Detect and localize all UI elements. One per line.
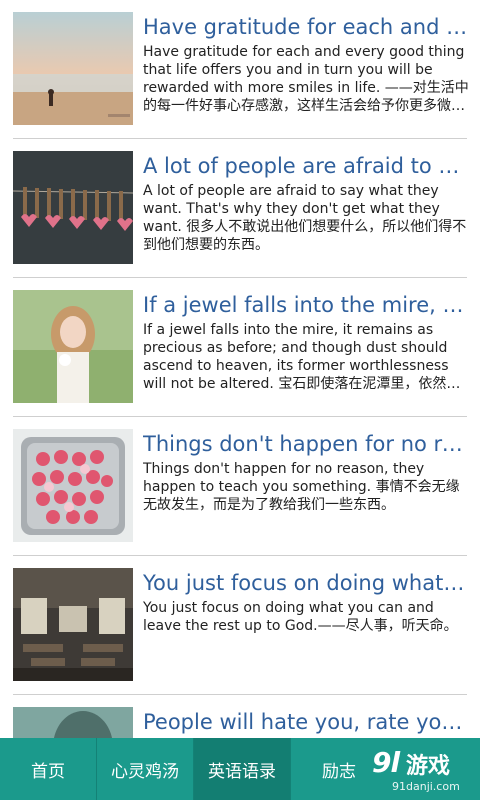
list-item[interactable]: Things don't happen for no reason Things… — [0, 417, 480, 556]
list-item[interactable]: If a jewel falls into the mire, it remai… — [0, 278, 480, 417]
article-title: Things don't happen for no reason — [143, 432, 469, 456]
watermark-logo: 9l 游戏 91danji.com — [362, 742, 478, 798]
tab-english-quotes[interactable]: 英语语录 — [194, 738, 290, 800]
article-title: If a jewel falls into the mire, it remai… — [143, 293, 469, 317]
heart-candies-tin-thumbnail — [13, 429, 133, 542]
list-item[interactable]: People will hate you, rate you, shake yo… — [0, 695, 480, 738]
article-title: A lot of people are afraid to say what t… — [143, 154, 469, 178]
article-summary: Have gratitude for each and every good t… — [143, 44, 469, 114]
watermark-domain: 91danji.com — [392, 780, 460, 793]
list-item[interactable]: Have gratitude for each and every good t… — [0, 0, 480, 139]
watermark-name: 游戏 — [406, 754, 451, 779]
list-item[interactable]: A lot of people are afraid to say what t… — [0, 139, 480, 278]
article-title: You just focus on doing what you can — [143, 571, 469, 595]
article-title: People will hate you, rate you, shake yo… — [143, 710, 469, 734]
article-summary: You just focus on doing what you can and… — [143, 600, 458, 634]
article-summary: A lot of people are afraid to say what t… — [143, 183, 467, 253]
tab-home[interactable]: 首页 — [0, 738, 96, 800]
article-title: Have gratitude for each and every good t… — [143, 15, 469, 39]
watermark-mark: 9l — [372, 746, 400, 779]
beach-sunset-thumbnail — [13, 12, 133, 125]
article-summary: If a jewel falls into the mire, it remai… — [143, 322, 461, 392]
tab-soul-soup[interactable]: 心灵鸡汤 — [97, 738, 193, 800]
train-carriage-thumbnail — [13, 568, 133, 681]
article-summary: Things don't happen for no reason, they … — [143, 461, 460, 513]
person-portrait-thumbnail — [13, 707, 133, 738]
list-item[interactable]: You just focus on doing what you can You… — [0, 556, 480, 695]
article-list: Have gratitude for each and every good t… — [0, 0, 480, 738]
girl-with-flower-thumbnail — [13, 290, 133, 403]
clothespins-hearts-thumbnail — [13, 151, 133, 264]
